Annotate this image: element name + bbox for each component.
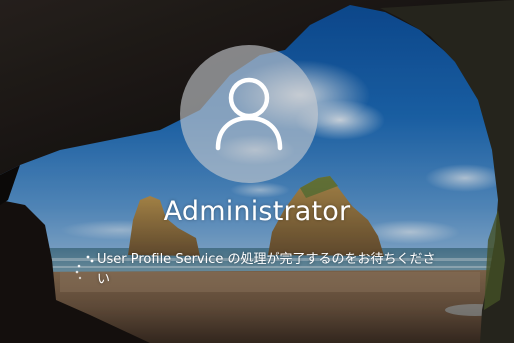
lock-screen: Administrator User Profile Service の処理が完… [0,0,514,343]
user-avatar [180,45,318,183]
user-silhouette-icon [215,77,283,151]
loading-spinner-icon [75,255,94,280]
user-name: Administrator [163,196,351,227]
status-message: User Profile Service の処理が完了するのをお待ちください [97,252,436,287]
